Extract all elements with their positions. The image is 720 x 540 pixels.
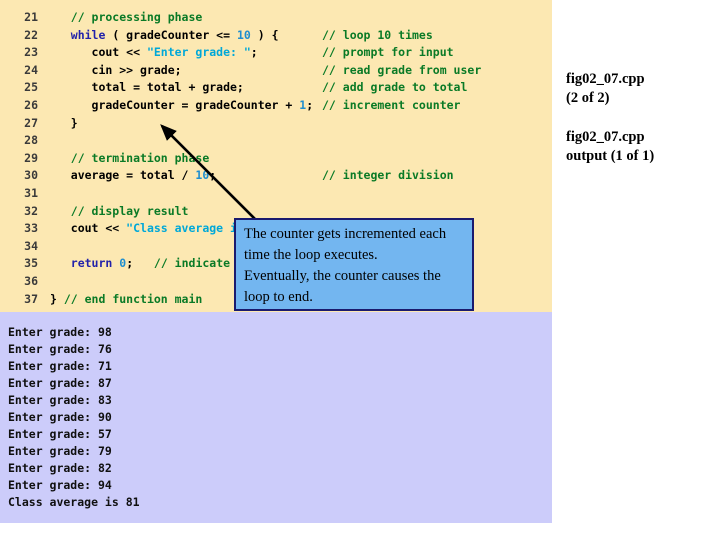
code-token: 10 [236, 27, 251, 42]
code-line-number: 34 [24, 238, 38, 253]
code-line-number: 30 [24, 168, 38, 183]
annotation-callout-line: loop to end. [244, 289, 313, 305]
code-token: return [70, 256, 113, 271]
annotation-callout-line: Eventually, the counter causes the [244, 268, 441, 284]
code-trailing-comment: // increment counter [322, 98, 461, 112]
code-trailing-comment: // add grade to total [322, 80, 468, 95]
code-line: 21 // processing phase [0, 9, 552, 27]
output-line: Enter grade: 82 [8, 461, 112, 475]
code-token: ( gradeCounter <= [105, 27, 237, 42]
code-line-number: 27 [24, 115, 38, 130]
code-token: // termination phase [50, 150, 210, 165]
code-token: // display result [50, 203, 189, 218]
code-line-number: 36 [24, 274, 38, 288]
code-line-text: return 0; // indicate p [38, 255, 244, 273]
code-token: // indicate p [133, 256, 244, 271]
code-line-text: } // end function main [38, 291, 202, 309]
code-token: cout << [50, 221, 127, 236]
code-token: cin >> grade; [50, 62, 182, 77]
code-token: } [50, 115, 78, 130]
code-line: 30 average = total / 10; [0, 167, 552, 185]
output-line: Enter grade: 98 [8, 325, 112, 339]
code-line-number: 28 [24, 133, 38, 148]
code-token: "Enter grade: " [146, 45, 251, 60]
code-line-text: cin >> grade; [38, 62, 182, 80]
caption-line: fig02_07.cpp [566, 71, 645, 87]
code-token: ; [250, 45, 258, 60]
code-line: 22 while ( gradeCounter <= 10 ) { [0, 27, 552, 45]
output-line: Enter grade: 79 [8, 444, 112, 458]
code-line-number: 29 [24, 150, 38, 165]
code-token: ; [306, 98, 314, 112]
caption-line: (2 of 2) [566, 90, 610, 106]
output-line: Enter grade: 90 [8, 410, 112, 424]
code-line-number: 24 [24, 62, 38, 77]
code-line: 29 // termination phase [0, 150, 552, 168]
code-line-text: cout << "Class average is" [38, 220, 251, 238]
annotation-callout-line: time the loop executes. [244, 247, 378, 263]
code-token: ) { [250, 27, 279, 42]
code-trailing-comment: // loop 10 times [322, 27, 433, 42]
output-line: Class average is 81 [8, 495, 140, 509]
annotation-callout: The counter gets incremented each time th… [234, 218, 474, 311]
code-token: "Class average is" [126, 221, 251, 236]
code-line-text: // processing phase [38, 9, 203, 27]
code-line-text: gradeCounter = gradeCounter + 1; [38, 97, 314, 115]
code-line-number: 35 [24, 256, 38, 271]
code-line-text: // display result [38, 203, 189, 221]
annotation-callout-line: The counter gets incremented each [244, 226, 447, 242]
code-line-number: 33 [24, 221, 38, 236]
code-line-number: 21 [24, 10, 38, 24]
code-line-text: cout << "Enter grade: "; [38, 44, 258, 62]
code-line-number: 37 [24, 291, 38, 306]
code-token: ; [209, 168, 217, 183]
caption-line: output (1 of 1) [566, 148, 655, 164]
program-output-panel: Enter grade: 98 Enter grade: 76 Enter grad… [0, 312, 552, 523]
code-line-text: total = total + grade; [38, 79, 244, 97]
output-line: Enter grade: 71 [8, 359, 112, 373]
code-line-number: 23 [24, 45, 38, 60]
code-trailing-comment: // prompt for input [322, 45, 454, 60]
code-token: // processing phase [50, 10, 203, 24]
code-line: 31 [0, 185, 552, 203]
code-line: 27 } [0, 115, 552, 133]
code-token: cout << [50, 45, 147, 60]
code-trailing-comment: // integer division [322, 168, 454, 183]
code-line: 26 gradeCounter = gradeCounter + 1; [0, 97, 552, 115]
code-line-number: 22 [24, 27, 38, 42]
code-line-text: while ( gradeCounter <= 10 ) { [38, 27, 279, 45]
code-token: gradeCounter = gradeCounter + [50, 98, 300, 112]
code-line-number: 31 [24, 186, 38, 200]
code-line-number: 25 [24, 80, 38, 95]
output-line: Enter grade: 87 [8, 376, 112, 390]
caption-code-figure: fig02_07.cpp (2 of 2) [566, 70, 645, 108]
output-line: Enter grade: 76 [8, 342, 112, 356]
code-token: total = total + grade; [50, 80, 244, 95]
caption-output-figure: fig02_07.cppoutput (1 of 1) [566, 128, 654, 166]
code-line-text: average = total / 10; [38, 167, 216, 185]
code-line-number: 26 [24, 98, 38, 112]
caption-line: fig02_07.cpp [566, 129, 645, 145]
code-token: } [50, 291, 64, 306]
code-line: 25 total = total + grade; [0, 79, 552, 97]
code-token: // end function main [63, 291, 203, 306]
code-token: while [70, 27, 106, 42]
code-trailing-comment: // read grade from user [322, 62, 482, 77]
output-line: Enter grade: 94 [8, 478, 112, 492]
code-line-text: } [38, 115, 78, 133]
output-line: Enter grade: 57 [8, 427, 112, 441]
code-token: 10 [195, 168, 210, 183]
code-token: average = total / [50, 168, 196, 183]
code-line: 23 cout << "Enter grade: "; [0, 44, 552, 62]
code-line: 28 [0, 132, 552, 150]
output-line: Enter grade: 83 [8, 393, 112, 407]
code-line-text: // termination phase [38, 150, 209, 168]
code-line-number: 32 [24, 203, 38, 218]
